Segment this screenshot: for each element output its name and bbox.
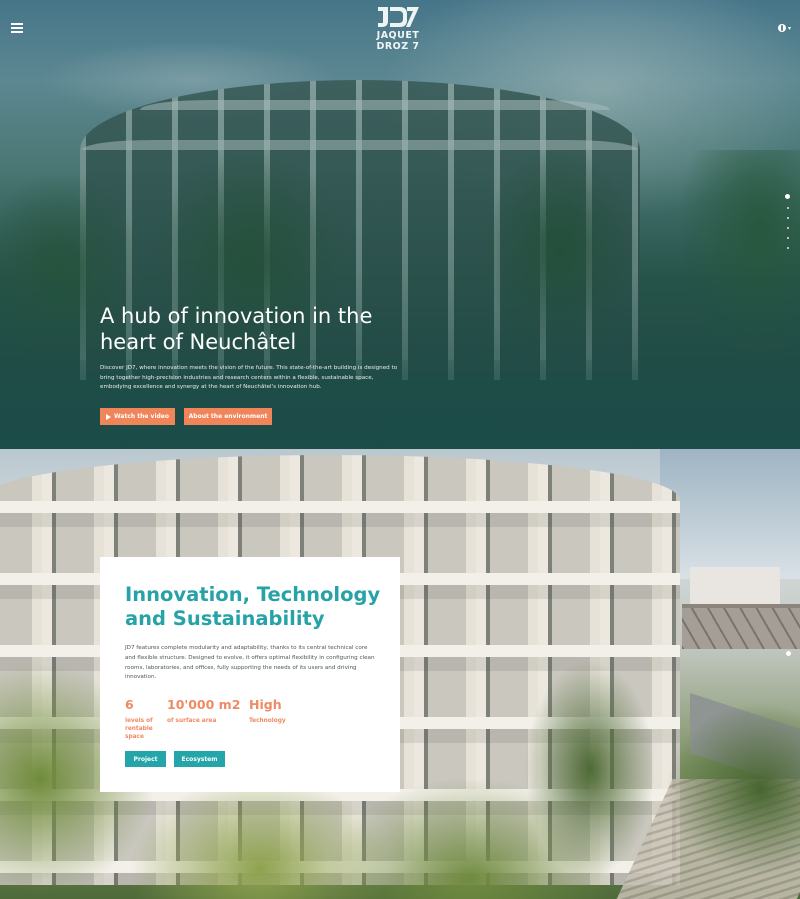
stat-value: High	[249, 697, 282, 712]
chevron-down-icon: ▾	[787, 24, 791, 32]
project-button[interactable]: Project	[125, 751, 166, 767]
innovation-card: Innovation, Technology and Sustainabilit…	[100, 557, 400, 792]
stat-surface: 10'000 m2 of surface area	[167, 697, 241, 725]
hero-title: A hub of innovation in the heart of Neuc…	[100, 304, 373, 354]
ecosystem-label: Ecosystem	[181, 755, 218, 763]
about-environment-label: About the environment	[188, 413, 268, 420]
slide-dot-1[interactable]	[785, 194, 790, 199]
project-label: Project	[133, 755, 158, 763]
hamburger-menu-icon[interactable]	[11, 23, 23, 33]
jd7-logo-icon	[378, 7, 419, 27]
slide-dot-4[interactable]	[786, 227, 789, 229]
about-environment-button[interactable]: About the environment	[184, 408, 272, 425]
stat-label: levels of rentable space	[125, 718, 153, 740]
stat-value: 6	[125, 697, 134, 712]
slide-navigation	[785, 194, 790, 249]
logo-text-line2: DROZ 7	[376, 41, 420, 52]
hero-section: JAQUET DROZ 7 ▾ A hub of innovation in t…	[0, 0, 800, 449]
section-slide-dot[interactable]	[786, 651, 791, 656]
language-switcher[interactable]: ▾	[777, 24, 791, 32]
globe-icon	[777, 24, 786, 32]
stat-label: Technology	[249, 718, 286, 724]
logo-text-line1: JAQUET	[376, 30, 420, 41]
stat-label: of surface area	[167, 718, 217, 724]
section-sky	[660, 449, 800, 579]
watch-video-label: Watch the video	[114, 413, 169, 420]
site-logo[interactable]: JAQUET DROZ 7	[372, 5, 424, 51]
slide-dot-5[interactable]	[786, 237, 789, 239]
background-house	[690, 567, 780, 607]
innovation-title: Innovation, Technology and Sustainabilit…	[125, 583, 381, 630]
slide-dot-3[interactable]	[786, 217, 789, 219]
slide-dot-2[interactable]	[786, 207, 789, 209]
ecosystem-button[interactable]: Ecosystem	[174, 751, 225, 767]
slide-dot-6[interactable]	[786, 247, 789, 249]
play-icon	[106, 413, 111, 420]
innovation-text: JD7 features complete modularity and ada…	[125, 645, 375, 681]
stat-levels: 6 levels of rentable space	[125, 697, 161, 741]
hero-description: Discover JD7, where innovation meets the…	[100, 365, 398, 391]
watch-video-button[interactable]: Watch the video	[100, 408, 175, 425]
stat-value: 10'000 m2	[167, 697, 241, 712]
stat-technology: High Technology	[249, 697, 299, 725]
